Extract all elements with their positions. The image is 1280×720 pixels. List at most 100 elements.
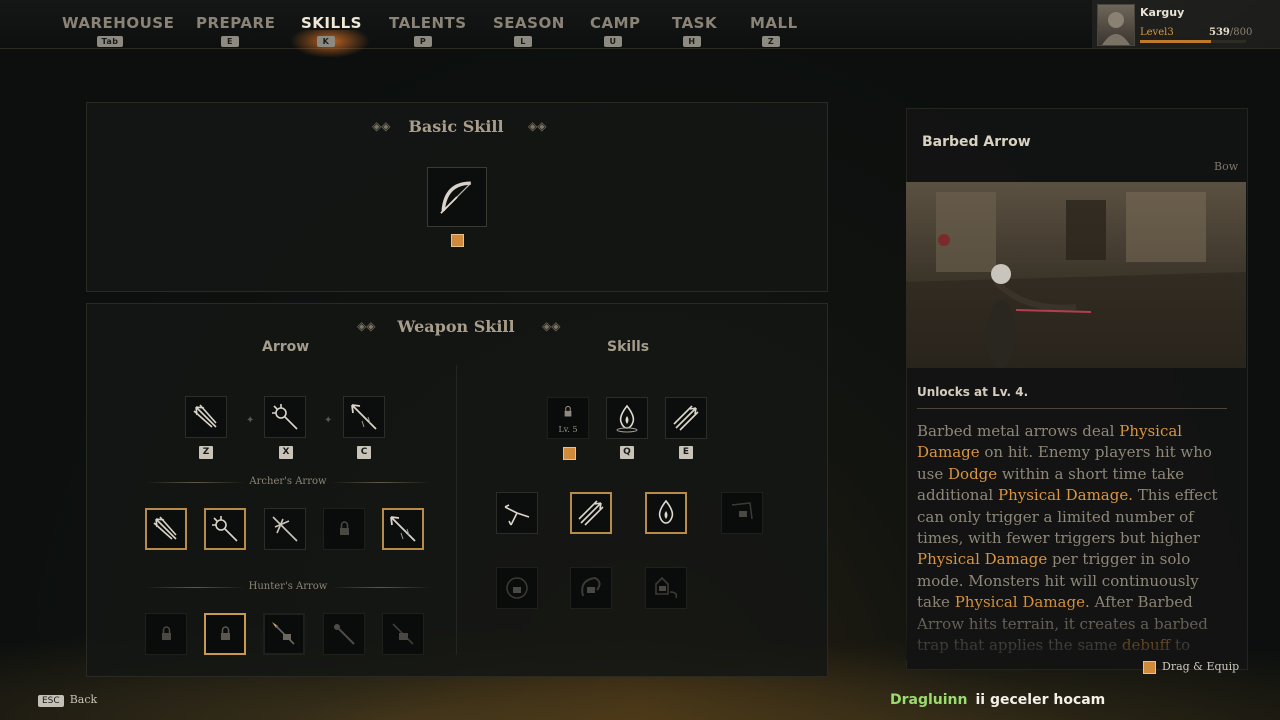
arrow-slot-c[interactable] xyxy=(343,396,385,438)
triple-arrow-icon xyxy=(673,405,699,431)
skill-detail-type: Bow xyxy=(1214,160,1239,173)
hunters-arrow-1-locked[interactable] xyxy=(145,613,187,655)
archers-arrow-5[interactable] xyxy=(382,508,424,550)
lock-icon xyxy=(655,576,678,599)
divider-line xyxy=(331,587,431,588)
split-arrow-icon xyxy=(272,516,298,542)
skill-option-1[interactable] xyxy=(496,492,538,534)
chat-sender: Dragluinn xyxy=(890,692,968,708)
detail-divider xyxy=(917,408,1227,409)
tab-task[interactable]: TASK H xyxy=(672,14,717,47)
hunters-arrow-3-selected[interactable] xyxy=(263,613,305,655)
skill-slot-q[interactable] xyxy=(606,397,648,439)
drag-equip-hint: Drag & Equip xyxy=(1143,660,1239,674)
skill-slot-e[interactable] xyxy=(665,397,707,439)
tab-warehouse[interactable]: WAREHOUSE Tab xyxy=(62,14,174,47)
skills-column-title: Skills xyxy=(607,339,650,355)
skill-detail-title: Barbed Arrow xyxy=(922,134,1031,150)
highlight-term: Physical Damage xyxy=(917,550,1048,569)
divider-line xyxy=(145,587,245,588)
lock-icon xyxy=(340,521,349,535)
tab-skills-key: K xyxy=(317,36,335,47)
tab-skills[interactable]: SKILLS K xyxy=(301,14,361,47)
highlight-term: Physical Damage. xyxy=(997,486,1133,505)
column-divider xyxy=(456,365,457,655)
arrow-slot-z[interactable] xyxy=(185,396,227,438)
slot-connector-icon: ✦ xyxy=(246,415,255,426)
back-button[interactable]: ESC Back xyxy=(38,693,97,707)
skill-slot-locked[interactable]: Lv. 5 xyxy=(547,397,589,439)
burst-arrow-icon xyxy=(212,516,238,542)
skill-key-e: E xyxy=(679,446,693,459)
skill-book-icon xyxy=(1143,660,1156,674)
skill-option-7-locked[interactable] xyxy=(645,567,687,609)
spread-arrow-icon xyxy=(504,504,530,526)
hunters-arrow-4[interactable] xyxy=(323,613,365,655)
ornament-right-icon: ◈◈ xyxy=(542,319,561,333)
tab-warehouse-key: Tab xyxy=(97,36,123,47)
hunters-arrow-5-locked[interactable] xyxy=(382,613,424,655)
divider-line xyxy=(331,482,431,483)
slot-connector-icon: ✦ xyxy=(324,415,333,426)
multi-arrow-icon xyxy=(193,404,217,428)
tab-mall[interactable]: MALL Z xyxy=(750,14,797,47)
flame-drop-icon xyxy=(616,404,638,433)
skill-book-icon xyxy=(451,234,464,247)
user-xp: 539/800 xyxy=(1209,27,1253,38)
piercing-arrow-icon xyxy=(351,404,377,430)
archers-arrow-4-locked[interactable] xyxy=(323,508,365,550)
arrow-icon xyxy=(334,624,355,645)
lock-icon xyxy=(162,626,171,640)
xp-bar-fill xyxy=(1140,40,1212,43)
user-name: Karguy xyxy=(1140,6,1185,19)
description-text: Barbed metal arrows deal xyxy=(917,422,1120,440)
burst-arrow-icon xyxy=(272,404,298,430)
back-label: Back xyxy=(69,693,98,706)
highlight-term: Dodge xyxy=(948,464,998,483)
skill-option-2[interactable] xyxy=(570,492,612,534)
hunters-arrow-label: Hunter's Arrow xyxy=(248,581,328,592)
skill-option-4-locked[interactable] xyxy=(721,492,763,534)
tab-camp[interactable]: CAMP U xyxy=(590,14,640,47)
skill-option-3[interactable] xyxy=(645,492,687,534)
barbed-arrow-lock-icon xyxy=(272,622,295,645)
tab-camp-key: U xyxy=(604,36,622,47)
weapon-skill-panel xyxy=(86,303,828,677)
tab-talents-key: P xyxy=(414,36,432,47)
tab-season-key: L xyxy=(514,36,532,47)
lock-icon xyxy=(581,576,601,597)
avatar[interactable] xyxy=(1097,4,1135,46)
weapon-skill-title: Weapon Skill xyxy=(397,317,515,336)
locked-slot-content: Lv. 5 xyxy=(558,403,578,434)
archers-arrow-2[interactable] xyxy=(204,508,246,550)
triple-arrow-icon xyxy=(578,500,604,526)
tab-season[interactable]: SEASON L xyxy=(493,14,564,47)
skill-option-6-locked[interactable] xyxy=(570,567,612,609)
archers-arrow-3[interactable] xyxy=(264,508,306,550)
arrow-slot-x[interactable] xyxy=(264,396,306,438)
arrow-column-title: Arrow xyxy=(262,339,310,355)
ornament-right-icon: ◈◈ xyxy=(528,119,547,133)
skill-option-5-locked[interactable] xyxy=(496,567,538,609)
lock-icon xyxy=(731,502,753,520)
arrow-key-c: C xyxy=(357,446,371,459)
tab-mall-key: Z xyxy=(762,36,780,47)
lock-icon xyxy=(392,623,414,645)
unlock-requirement: Unlocks at Lv. 4. xyxy=(917,385,1029,399)
basic-skill-slot[interactable] xyxy=(427,167,487,227)
ornament-left-icon: ◈◈ xyxy=(372,119,391,133)
arrow-key-x: X xyxy=(279,446,293,459)
lock-icon xyxy=(506,577,528,599)
tab-prepare-key: E xyxy=(221,36,239,47)
locked-slot-level: Lv. 5 xyxy=(558,424,578,434)
archers-arrow-1[interactable] xyxy=(145,508,187,550)
user-level: Level3 xyxy=(1140,27,1174,38)
chat-message: Dragluinn ii geceler hocam xyxy=(890,692,1105,708)
skill-preview-image xyxy=(906,182,1246,368)
flame-drop-icon xyxy=(658,499,674,524)
tab-prepare[interactable]: PREPARE E xyxy=(196,14,275,47)
lock-icon xyxy=(564,405,572,416)
tab-talents[interactable]: TALENTS P xyxy=(389,14,466,47)
hunters-arrow-2-locked[interactable] xyxy=(204,613,246,655)
tab-task-key: H xyxy=(683,36,701,47)
